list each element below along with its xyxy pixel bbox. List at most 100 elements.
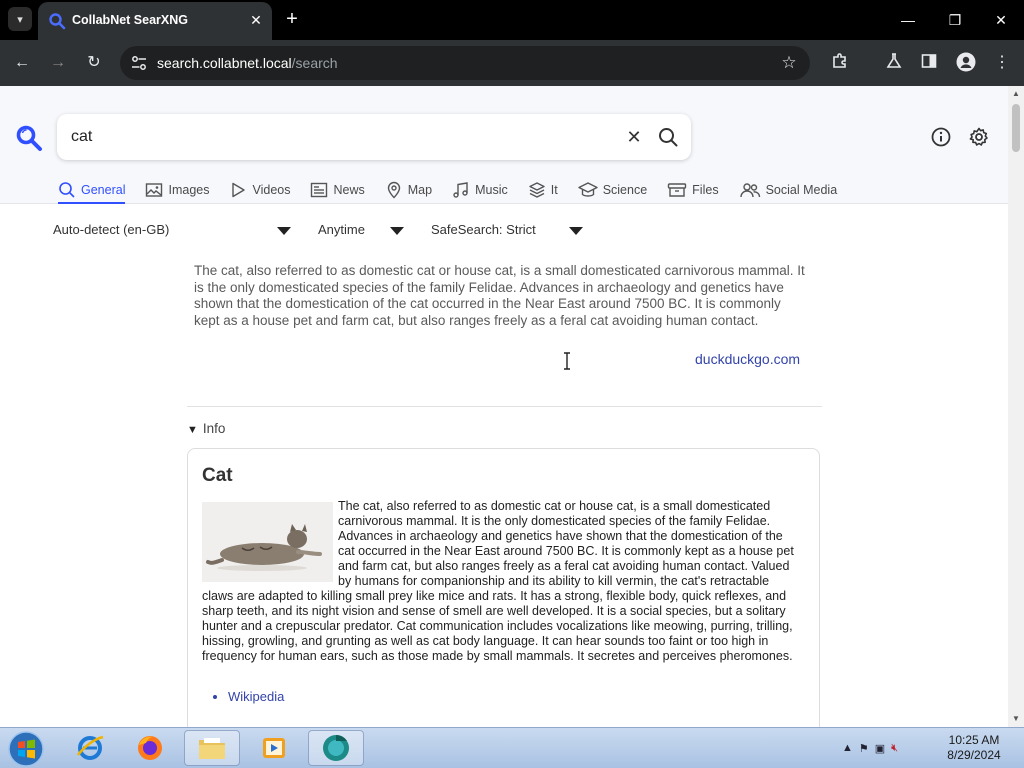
forward-icon[interactable]: → xyxy=(47,52,69,74)
infobox-links: Wikipedia xyxy=(228,689,284,704)
tab-label: Files xyxy=(692,183,719,197)
scroll-thumb[interactable] xyxy=(1012,104,1020,152)
tab-music[interactable]: Music xyxy=(452,176,508,204)
extensions-icon[interactable] xyxy=(829,52,851,74)
page-scrollbar[interactable]: ▲ ▼ xyxy=(1008,86,1024,727)
infobox: Cat The cat, also referred to as domesti… xyxy=(187,448,820,727)
text-cursor-icon xyxy=(564,352,570,370)
tab-label: General xyxy=(81,183,126,197)
infobox-content: The cat, also referred to as domestic ca… xyxy=(202,499,802,664)
archive-icon xyxy=(667,183,687,197)
infobox-title: Cat xyxy=(202,465,233,486)
site-info-icon[interactable] xyxy=(130,54,148,72)
back-icon[interactable]: ← xyxy=(11,52,33,74)
music-icon xyxy=(453,182,468,198)
search-header: ✕ General Images Videos News xyxy=(0,86,1008,204)
tab-social-media[interactable]: Social Media xyxy=(739,176,837,204)
tab-label: Map xyxy=(407,183,433,197)
list-item: Wikipedia xyxy=(228,689,284,704)
category-tabs: General Images Videos News Map Music It … xyxy=(58,176,857,204)
info-toggle[interactable]: ▼ Info xyxy=(187,421,225,436)
triangle-down-icon: ▼ xyxy=(187,424,198,436)
reload-icon[interactable]: ↻ xyxy=(83,52,105,74)
scroll-down-icon[interactable]: ▼ xyxy=(1011,714,1021,724)
windows-start-icon[interactable] xyxy=(6,730,46,768)
firefox-icon[interactable] xyxy=(122,730,178,766)
tab-news[interactable]: News xyxy=(310,176,365,204)
newspaper-icon xyxy=(311,182,328,198)
language-select[interactable]: Auto-detect (en-GB) xyxy=(53,222,169,237)
play-icon xyxy=(232,182,246,198)
tab-it[interactable]: It xyxy=(528,176,558,204)
windows-taskbar: ▲ ⚑ ▣ 🔇︎ 10:25 AM 8/29/2024 xyxy=(0,727,1024,768)
image-float-spacer xyxy=(202,499,338,579)
browser-menu-icon[interactable]: ⋮ xyxy=(991,52,1013,74)
settings-gear-icon[interactable] xyxy=(968,126,990,148)
layers-icon xyxy=(529,182,545,198)
tab-label: It xyxy=(550,183,558,197)
chromium-browser-icon[interactable] xyxy=(308,730,364,766)
volume-muted-icon[interactable]: 🔇︎ xyxy=(891,742,898,755)
close-window-icon[interactable]: ✕ xyxy=(987,8,1015,32)
url-text: search.collabnet.local/search xyxy=(157,55,338,71)
action-center-flag-icon[interactable]: ⚑ xyxy=(859,742,869,755)
map-pin-icon xyxy=(387,181,400,199)
image-icon xyxy=(146,183,163,197)
tab-images[interactable]: Images xyxy=(145,176,209,204)
clear-search-icon[interactable]: ✕ xyxy=(623,126,645,148)
url-path: /search xyxy=(291,55,338,71)
browser-tab[interactable]: CollabNet SearXNG ✕ xyxy=(38,2,272,40)
info-toggle-label: Info xyxy=(202,421,226,436)
minimize-icon[interactable]: — xyxy=(894,8,922,32)
file-explorer-icon[interactable] xyxy=(184,730,240,766)
info-icon[interactable] xyxy=(930,126,952,148)
system-clock[interactable]: 10:25 AM 8/29/2024 xyxy=(936,733,1012,763)
answer-source-link[interactable]: duckduckgo.com xyxy=(695,351,800,367)
labs-flask-icon[interactable] xyxy=(883,52,905,74)
safesearch-chevron-down-icon[interactable] xyxy=(569,227,583,235)
bookmark-star-icon[interactable]: ☆ xyxy=(778,52,800,74)
searxng-logo-icon[interactable] xyxy=(15,124,43,152)
internet-explorer-icon[interactable] xyxy=(62,730,118,766)
side-panel-icon[interactable] xyxy=(918,52,940,74)
search-input[interactable] xyxy=(71,114,611,160)
show-hidden-icons-icon[interactable]: ▲ xyxy=(842,742,853,754)
tab-general[interactable]: General xyxy=(58,176,126,204)
browser-toolbar: ← → ↻ search.collabnet.local/search ☆ ⋮ xyxy=(0,40,1024,86)
tab-label: Videos xyxy=(252,183,291,197)
people-icon xyxy=(739,183,760,198)
school-icon xyxy=(577,182,598,197)
new-tab-icon[interactable]: + xyxy=(281,8,303,30)
search-submit-icon[interactable] xyxy=(657,126,679,148)
address-bar[interactable]: search.collabnet.local/search ☆ xyxy=(120,46,810,80)
tab-map[interactable]: Map xyxy=(385,176,432,204)
divider xyxy=(187,406,822,407)
tab-label: Images xyxy=(168,183,210,197)
clock-date: 8/29/2024 xyxy=(947,748,1001,762)
tab-files[interactable]: Files xyxy=(667,176,719,204)
tab-search-button[interactable]: ▾ xyxy=(8,7,32,31)
tab-label: Science xyxy=(602,183,648,197)
url-host: search.collabnet.local xyxy=(157,55,292,71)
time-range-select[interactable]: Anytime xyxy=(318,222,365,237)
close-tab-icon[interactable]: ✕ xyxy=(246,10,266,30)
time-chevron-down-icon[interactable] xyxy=(390,227,404,235)
search-icon xyxy=(59,182,75,198)
profile-avatar-icon[interactable] xyxy=(955,52,977,74)
tab-videos[interactable]: Videos xyxy=(229,176,290,204)
search-box: ✕ xyxy=(57,114,691,160)
tab-science[interactable]: Science xyxy=(577,176,648,204)
searxng-favicon-icon xyxy=(49,13,66,30)
tab-label: News xyxy=(333,183,365,197)
searxng-page: ✕ General Images Videos News xyxy=(0,86,1008,727)
system-tray: ▲ ⚑ ▣ 🔇︎ xyxy=(842,738,898,758)
scroll-up-icon[interactable]: ▲ xyxy=(1011,89,1021,99)
language-chevron-down-icon[interactable] xyxy=(277,227,291,235)
safesearch-select[interactable]: SafeSearch: Strict xyxy=(431,222,536,237)
browser-tab-bar: ▾ CollabNet SearXNG ✕ + — ❐ ✕ xyxy=(0,0,1024,40)
media-player-icon[interactable] xyxy=(246,730,302,766)
clock-time: 10:25 AM xyxy=(948,733,1000,747)
wikipedia-link[interactable]: Wikipedia xyxy=(228,689,284,704)
restore-icon[interactable]: ❐ xyxy=(941,8,969,32)
network-icon[interactable]: ▣ xyxy=(875,742,885,755)
